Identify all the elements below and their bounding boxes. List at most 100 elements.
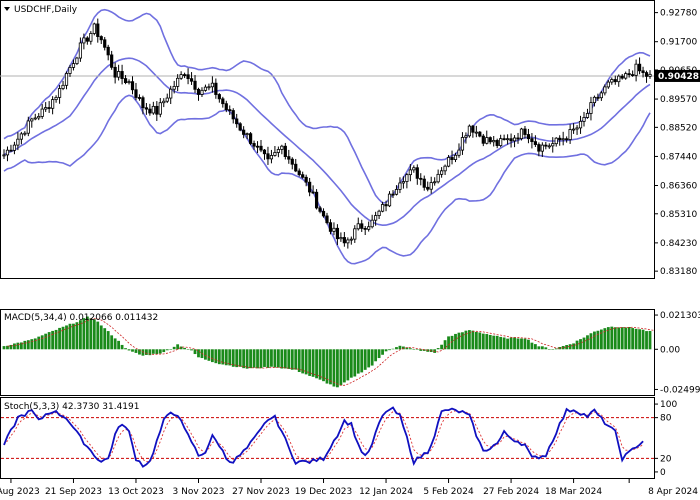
candle-body: [117, 71, 121, 78]
candle-body: [37, 116, 41, 119]
candle-body: [228, 109, 232, 112]
candle-body: [342, 237, 346, 244]
candle-body: [248, 133, 253, 144]
candle-body: [502, 138, 506, 141]
candle-body: [172, 85, 176, 90]
candle-body: [103, 39, 107, 48]
macd-bar: [176, 344, 180, 350]
candle-body: [262, 149, 267, 155]
candle-body: [318, 207, 322, 212]
price-axis-label: 0.86360: [660, 182, 697, 192]
candle-body: [141, 97, 145, 109]
candle-body: [193, 80, 197, 90]
candle-body: [627, 73, 631, 76]
macd-bar: [554, 348, 558, 350]
candle-body: [485, 137, 489, 144]
candle-body: [523, 128, 527, 135]
candle-body: [210, 82, 214, 88]
macd-bar: [360, 349, 364, 373]
candle-body: [287, 156, 291, 160]
macd-bar: [551, 349, 555, 350]
macd-bar: [495, 335, 499, 350]
date-axis-label: 18 Mar 2024: [545, 487, 602, 497]
macd-bar: [388, 349, 391, 351]
candle-body: [96, 23, 100, 37]
candle-body: [158, 102, 162, 115]
candle-body: [110, 54, 114, 68]
trading-chart[interactable]: 0.927800.917000.906500.895700.885200.874…: [0, 0, 700, 500]
candle-body: [120, 71, 124, 79]
candle-body: [203, 86, 208, 91]
macd-bar: [280, 349, 284, 369]
macd-bar: [318, 349, 322, 380]
candle-body: [440, 170, 444, 175]
macd-bar: [499, 336, 503, 350]
candle-body: [571, 128, 576, 131]
candle-body: [408, 169, 412, 176]
macd-bar: [287, 349, 291, 369]
stoch-axis-label: 100: [660, 400, 677, 410]
macd-bar: [183, 347, 187, 350]
stoch-header: Stoch(5,3,3) 42.3730 31.4191: [4, 402, 139, 412]
candle-body: [613, 79, 617, 83]
candle-body: [9, 149, 13, 152]
price-axis-label: 0.92780: [660, 9, 697, 19]
candle-body: [106, 46, 110, 56]
macd-bar: [547, 349, 551, 350]
macd-bar: [377, 349, 381, 359]
macd-axis-label: 0.021303: [660, 311, 700, 321]
candle-body: [540, 144, 544, 152]
macd-bar: [582, 337, 586, 350]
macd-bar: [2, 346, 6, 350]
macd-bar: [311, 349, 315, 377]
candle-body: [610, 79, 614, 83]
candle-body: [144, 107, 148, 110]
candle-body: [75, 57, 79, 65]
macd-bar: [492, 335, 496, 350]
candle-body: [5, 149, 10, 156]
candle-body: [415, 167, 419, 179]
candle-body: [92, 23, 96, 34]
macd-bar: [106, 331, 110, 350]
candle-body: [200, 89, 204, 95]
macd-bar: [506, 338, 510, 350]
candle-body: [127, 81, 131, 84]
candle-body: [492, 140, 496, 143]
candle-body: [585, 113, 590, 118]
candle-body: [71, 63, 76, 68]
macd-bar: [144, 349, 148, 355]
macd-axis-label: 0.00: [660, 345, 680, 355]
candle-body: [370, 219, 374, 228]
macd-bar: [544, 347, 548, 350]
macd-bar: [155, 349, 159, 355]
macd-bar: [308, 349, 312, 376]
candle-body: [283, 145, 287, 158]
macd-bar: [596, 330, 600, 350]
macd-bar: [110, 335, 114, 350]
macd-bar: [634, 328, 638, 350]
candle-body: [44, 107, 48, 110]
candle-body: [269, 155, 274, 160]
macd-bar: [190, 349, 193, 351]
candle-body: [641, 70, 645, 73]
candle-body: [221, 98, 225, 105]
candle-body: [189, 78, 194, 82]
candle-body: [551, 143, 555, 147]
macd-bar: [638, 329, 641, 350]
macd-bar: [207, 349, 211, 361]
candle-body: [19, 133, 23, 140]
candle-body: [297, 170, 301, 176]
candle-body: [467, 125, 471, 137]
candle-body: [162, 100, 166, 104]
candle-body: [377, 210, 381, 216]
candle-body: [519, 128, 524, 139]
candle-body: [51, 99, 55, 109]
candle-body: [544, 144, 548, 147]
macd-bar: [276, 349, 280, 368]
macd-bar: [412, 349, 416, 350]
macd-bar: [322, 349, 325, 382]
macd-bar: [214, 349, 218, 364]
candle-body: [509, 138, 513, 142]
candle-body: [12, 144, 17, 151]
macd-bar: [103, 328, 107, 350]
